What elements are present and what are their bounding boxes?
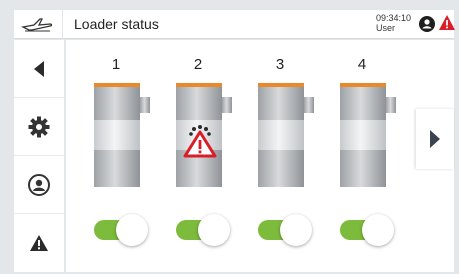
loader-1[interactable]: 1 bbox=[94, 40, 166, 272]
loader-panel: 1 2 3 4 bbox=[66, 40, 454, 272]
toggle-knob bbox=[116, 214, 148, 246]
warning-icon bbox=[30, 235, 48, 251]
nav-service-button[interactable] bbox=[14, 156, 64, 214]
loader-4[interactable]: 4 bbox=[340, 40, 412, 272]
loader-cylinder bbox=[94, 83, 150, 187]
header-separator bbox=[62, 10, 63, 39]
side-nav bbox=[14, 40, 64, 272]
toggle-knob bbox=[198, 214, 230, 246]
user-label: User bbox=[376, 23, 396, 33]
loader-enable-toggle[interactable] bbox=[258, 214, 312, 246]
clock-time: 09:34:10 bbox=[376, 13, 412, 23]
next-page-button[interactable] bbox=[416, 109, 454, 169]
service-icon bbox=[28, 173, 50, 196]
loader-2[interactable]: 2 bbox=[176, 40, 248, 272]
chevron-right-icon bbox=[430, 130, 440, 148]
nav-settings-button[interactable] bbox=[14, 98, 64, 156]
nav-back-button[interactable] bbox=[14, 40, 64, 98]
toggle-knob bbox=[362, 214, 394, 246]
user-icon[interactable] bbox=[419, 16, 435, 32]
back-arrow-icon bbox=[34, 60, 44, 77]
plane-logo-icon bbox=[20, 18, 53, 32]
nav-alarms-button[interactable] bbox=[14, 214, 64, 272]
toggle-knob bbox=[280, 214, 312, 246]
loader-number: 2 bbox=[193, 56, 203, 73]
loader-number: 4 bbox=[357, 56, 367, 73]
gear-icon bbox=[28, 116, 50, 137]
page-title: Loader status bbox=[74, 16, 159, 32]
loader-3[interactable]: 3 bbox=[258, 40, 330, 272]
loader-number: 3 bbox=[275, 56, 285, 73]
screen: Loader status 09:34:10 User 1 2 3 4 bbox=[0, 0, 459, 274]
loader-enable-toggle[interactable] bbox=[340, 214, 394, 246]
loader-enable-toggle[interactable] bbox=[94, 214, 148, 246]
header-bar: Loader status 09:34:10 User bbox=[14, 10, 456, 39]
loader-alarm-icon[interactable] bbox=[183, 124, 217, 158]
loader-cylinder bbox=[258, 83, 314, 187]
loader-enable-toggle[interactable] bbox=[176, 214, 230, 246]
loader-number: 1 bbox=[111, 56, 121, 73]
alert-icon[interactable] bbox=[438, 14, 456, 32]
loader-cylinder bbox=[340, 83, 396, 187]
